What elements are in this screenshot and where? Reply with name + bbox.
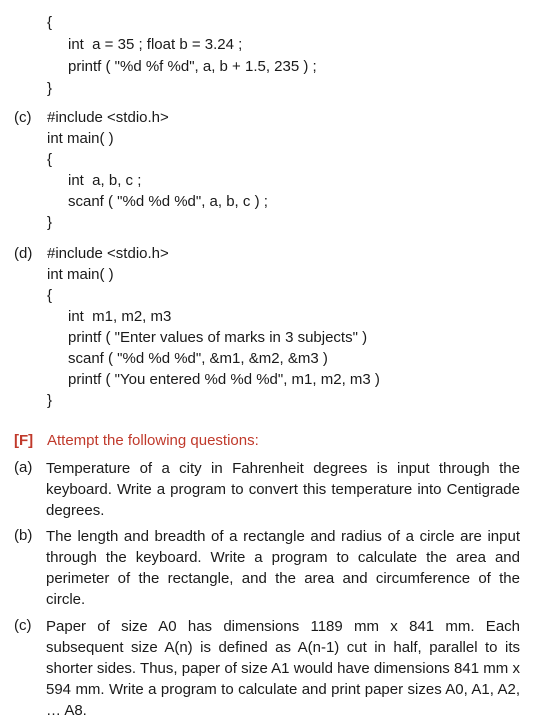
code-brace-open: { bbox=[47, 151, 53, 168]
question-text-b: The length and breadth of a rectangle an… bbox=[46, 528, 520, 608]
question-label-a: (a) bbox=[14, 459, 33, 476]
code-line: int main( ) bbox=[47, 130, 114, 147]
code-brace-open: { bbox=[47, 14, 53, 31]
code-line: int m1, m2, m3 bbox=[68, 308, 172, 325]
section-title: Attempt the following questions: bbox=[47, 432, 259, 449]
code-line: int a = 35 ; float b = 3.24 ; bbox=[68, 36, 243, 53]
code-line: #include <stdio.h> bbox=[47, 109, 169, 126]
code-line: printf ( "You entered %d %d %d", m1, m2,… bbox=[68, 371, 380, 388]
code-line: scanf ( "%d %d %d", &m1, &m2, &m3 ) bbox=[68, 350, 328, 367]
code-brace-close: } bbox=[47, 214, 53, 231]
question-label-c: (c) bbox=[14, 617, 32, 634]
section-tag: [F] bbox=[14, 432, 34, 449]
question-text-c: Paper of size A0 has dimensions 1189 mm … bbox=[46, 618, 520, 719]
item-label-c: (c) bbox=[14, 109, 32, 126]
code-brace-close: } bbox=[47, 80, 53, 97]
code-line: printf ( "Enter values of marks in 3 sub… bbox=[68, 329, 368, 346]
code-line: printf ( "%d %f %d", a, b + 1.5, 235 ) ; bbox=[68, 58, 317, 75]
question-label-b: (b) bbox=[14, 527, 33, 544]
code-brace-open: { bbox=[47, 287, 53, 304]
code-line: #include <stdio.h> bbox=[47, 245, 169, 262]
code-brace-close: } bbox=[47, 392, 53, 409]
code-line: int a, b, c ; bbox=[68, 172, 142, 189]
code-line: scanf ( "%d %d %d", a, b, c ) ; bbox=[68, 193, 268, 210]
question-text-a: Temperature of a city in Fahrenheit degr… bbox=[46, 460, 520, 519]
code-line: int main( ) bbox=[47, 266, 114, 283]
item-label-d: (d) bbox=[14, 245, 33, 262]
